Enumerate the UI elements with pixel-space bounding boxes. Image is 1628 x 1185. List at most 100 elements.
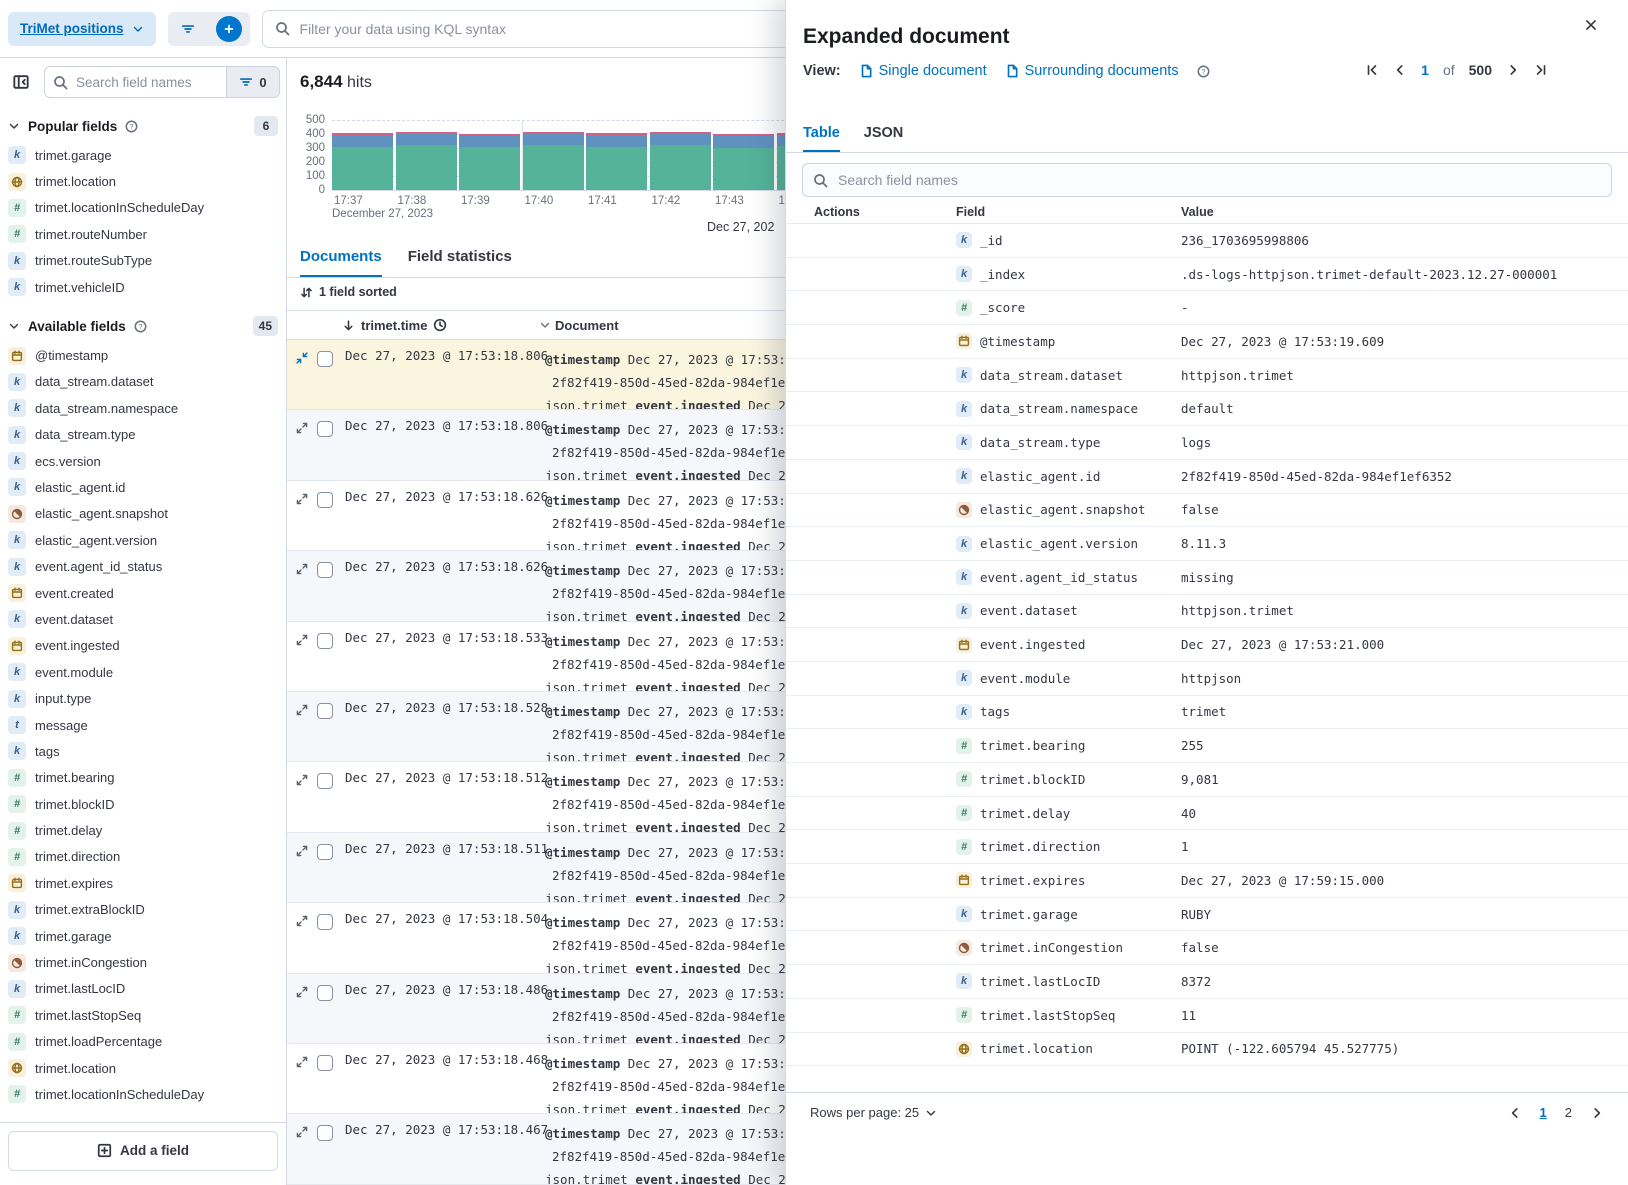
field-value-row[interactable]: kevent.datasethttpjson.trimet xyxy=(786,595,1628,629)
field-list-item[interactable]: trimet.location xyxy=(0,1055,286,1081)
tab-json[interactable]: JSON xyxy=(864,125,904,152)
expand-document-icon[interactable] xyxy=(287,1122,317,1183)
field-list-item[interactable]: ktrimet.lastLocID xyxy=(0,976,286,1002)
field-list-item[interactable]: ktrimet.routeSubType xyxy=(0,248,286,274)
select-document-checkbox[interactable] xyxy=(317,1055,333,1071)
time-column-header[interactable]: trimet.time xyxy=(342,318,539,333)
field-value-row[interactable]: ktrimet.garageRUBY xyxy=(786,898,1628,932)
tab-table[interactable]: Table xyxy=(803,125,840,152)
field-list-item[interactable]: kelastic_agent.version xyxy=(0,527,286,553)
field-value-row[interactable]: elastic_agent.snapshotfalse xyxy=(786,494,1628,528)
field-value-row[interactable]: kevent.modulehttpjson xyxy=(786,662,1628,696)
field-list-item[interactable]: #trimet.locationInScheduleDay xyxy=(0,195,286,221)
next-page-icon[interactable] xyxy=(1590,1106,1604,1120)
next-page-icon[interactable] xyxy=(1506,63,1520,77)
field-list-item[interactable]: kevent.module xyxy=(0,659,286,685)
field-list-item[interactable]: kelastic_agent.id xyxy=(0,474,286,500)
field-list-item[interactable]: trimet.expires xyxy=(0,870,286,896)
last-page-icon[interactable] xyxy=(1534,63,1548,77)
histogram-bar-segment[interactable] xyxy=(586,147,647,190)
histogram-bar-segment[interactable] xyxy=(650,132,711,134)
flyout-field-search-input[interactable] xyxy=(838,172,1601,188)
expand-document-icon[interactable] xyxy=(287,982,317,1043)
field-list-item[interactable]: ktrimet.garage xyxy=(0,142,286,168)
add-field-button[interactable]: Add a field xyxy=(8,1131,278,1171)
field-column-header[interactable]: Field xyxy=(956,205,1181,219)
histogram-bar-segment[interactable] xyxy=(523,132,584,134)
collapse-sidebar-button[interactable] xyxy=(6,67,36,97)
histogram-bar-segment[interactable] xyxy=(650,145,711,190)
expand-document-icon[interactable] xyxy=(287,1052,317,1113)
select-document-checkbox[interactable] xyxy=(317,703,333,719)
field-list-item[interactable]: kinput.type xyxy=(0,685,286,711)
field-value-row[interactable]: @timestampDec 27, 2023 @ 17:53:19.609 xyxy=(786,325,1628,359)
field-value-row[interactable]: #_score- xyxy=(786,291,1628,325)
flyout-field-search[interactable] xyxy=(802,163,1612,197)
field-list-item[interactable]: tmessage xyxy=(0,712,286,738)
field-value-row[interactable]: #trimet.blockID9,081 xyxy=(786,763,1628,797)
field-value-row[interactable]: trimet.locationPOINT (-122.605794 45.527… xyxy=(786,1033,1628,1067)
histogram-bar-segment[interactable] xyxy=(396,133,457,144)
tab-field-statistics[interactable]: Field statistics xyxy=(408,248,512,277)
expand-document-icon[interactable] xyxy=(287,911,317,972)
add-filter-button[interactable] xyxy=(209,12,250,46)
histogram-bar-segment[interactable] xyxy=(586,135,647,146)
first-page-icon[interactable] xyxy=(1365,63,1379,77)
expand-document-icon[interactable] xyxy=(287,841,317,902)
histogram-bar-segment[interactable] xyxy=(396,145,457,191)
select-document-checkbox[interactable] xyxy=(317,492,333,508)
expand-document-icon[interactable] xyxy=(287,489,317,550)
page-1-button[interactable]: 1 xyxy=(1540,1105,1547,1120)
popular-fields-header[interactable]: Popular fields ? 6 xyxy=(0,116,286,136)
column-actions-chevron[interactable] xyxy=(539,319,551,331)
page-2-button[interactable]: 2 xyxy=(1565,1105,1572,1120)
field-list-item[interactable]: kevent.dataset xyxy=(0,606,286,632)
expand-document-icon[interactable] xyxy=(287,418,317,479)
field-list-item[interactable]: #trimet.direction xyxy=(0,844,286,870)
field-value-row[interactable]: kdata_stream.namespacedefault xyxy=(786,392,1628,426)
select-document-checkbox[interactable] xyxy=(317,1125,333,1141)
field-value-row[interactable]: ktagstrimet xyxy=(786,696,1628,730)
field-list-item[interactable]: ktrimet.garage xyxy=(0,923,286,949)
field-list-item[interactable]: event.ingested xyxy=(0,633,286,659)
previous-page-icon[interactable] xyxy=(1393,63,1407,77)
histogram-bar-segment[interactable] xyxy=(332,135,393,146)
field-list-item[interactable]: ktrimet.vehicleID xyxy=(0,274,286,300)
field-list-item[interactable]: kdata_stream.dataset xyxy=(0,369,286,395)
field-value-row[interactable]: event.ingestedDec 27, 2023 @ 17:53:21.00… xyxy=(786,628,1628,662)
collapse-document-icon[interactable] xyxy=(287,348,317,409)
histogram-bar-segment[interactable] xyxy=(713,148,774,190)
select-document-checkbox[interactable] xyxy=(317,562,333,578)
select-document-checkbox[interactable] xyxy=(317,421,333,437)
field-value-row[interactable]: kdata_stream.datasethttpjson.trimet xyxy=(786,359,1628,393)
field-list-item[interactable]: #trimet.loadPercentage xyxy=(0,1029,286,1055)
previous-page-icon[interactable] xyxy=(1508,1106,1522,1120)
surrounding-documents-link[interactable]: Surrounding documents xyxy=(1005,63,1179,79)
field-list-item[interactable]: #trimet.blockID xyxy=(0,791,286,817)
field-value-row[interactable]: kevent.agent_id_statusmissing xyxy=(786,561,1628,595)
field-list-item[interactable]: #trimet.locationInScheduleDay xyxy=(0,1081,286,1107)
select-document-checkbox[interactable] xyxy=(317,633,333,649)
field-value-row[interactable]: #trimet.delay40 xyxy=(786,797,1628,831)
select-document-checkbox[interactable] xyxy=(317,914,333,930)
field-list-item[interactable]: kecs.version xyxy=(0,448,286,474)
field-list-item[interactable]: elastic_agent.snapshot xyxy=(0,501,286,527)
histogram-bar-segment[interactable] xyxy=(459,134,520,136)
field-list-item[interactable]: ktrimet.extraBlockID xyxy=(0,897,286,923)
field-value-row[interactable]: #trimet.direction1 xyxy=(786,830,1628,864)
field-value-row[interactable]: kelastic_agent.version8.11.3 xyxy=(786,527,1628,561)
select-document-checkbox[interactable] xyxy=(317,773,333,789)
histogram-bar-segment[interactable] xyxy=(459,136,520,147)
field-value-row[interactable]: ktrimet.lastLocID8372 xyxy=(786,965,1628,999)
document-column-header[interactable]: Document xyxy=(555,318,619,333)
field-search-input[interactable] xyxy=(76,75,218,90)
select-document-checkbox[interactable] xyxy=(317,351,333,367)
histogram-bar-segment[interactable] xyxy=(523,134,584,145)
field-search-input-wrap[interactable] xyxy=(44,66,226,98)
histogram-bar-segment[interactable] xyxy=(332,133,393,135)
histogram-bar-segment[interactable] xyxy=(650,134,711,145)
histogram-bar-segment[interactable] xyxy=(586,133,647,135)
expand-document-icon[interactable] xyxy=(287,770,317,831)
field-list-item[interactable]: trimet.inCongestion xyxy=(0,949,286,975)
histogram-bar-segment[interactable] xyxy=(523,145,584,190)
